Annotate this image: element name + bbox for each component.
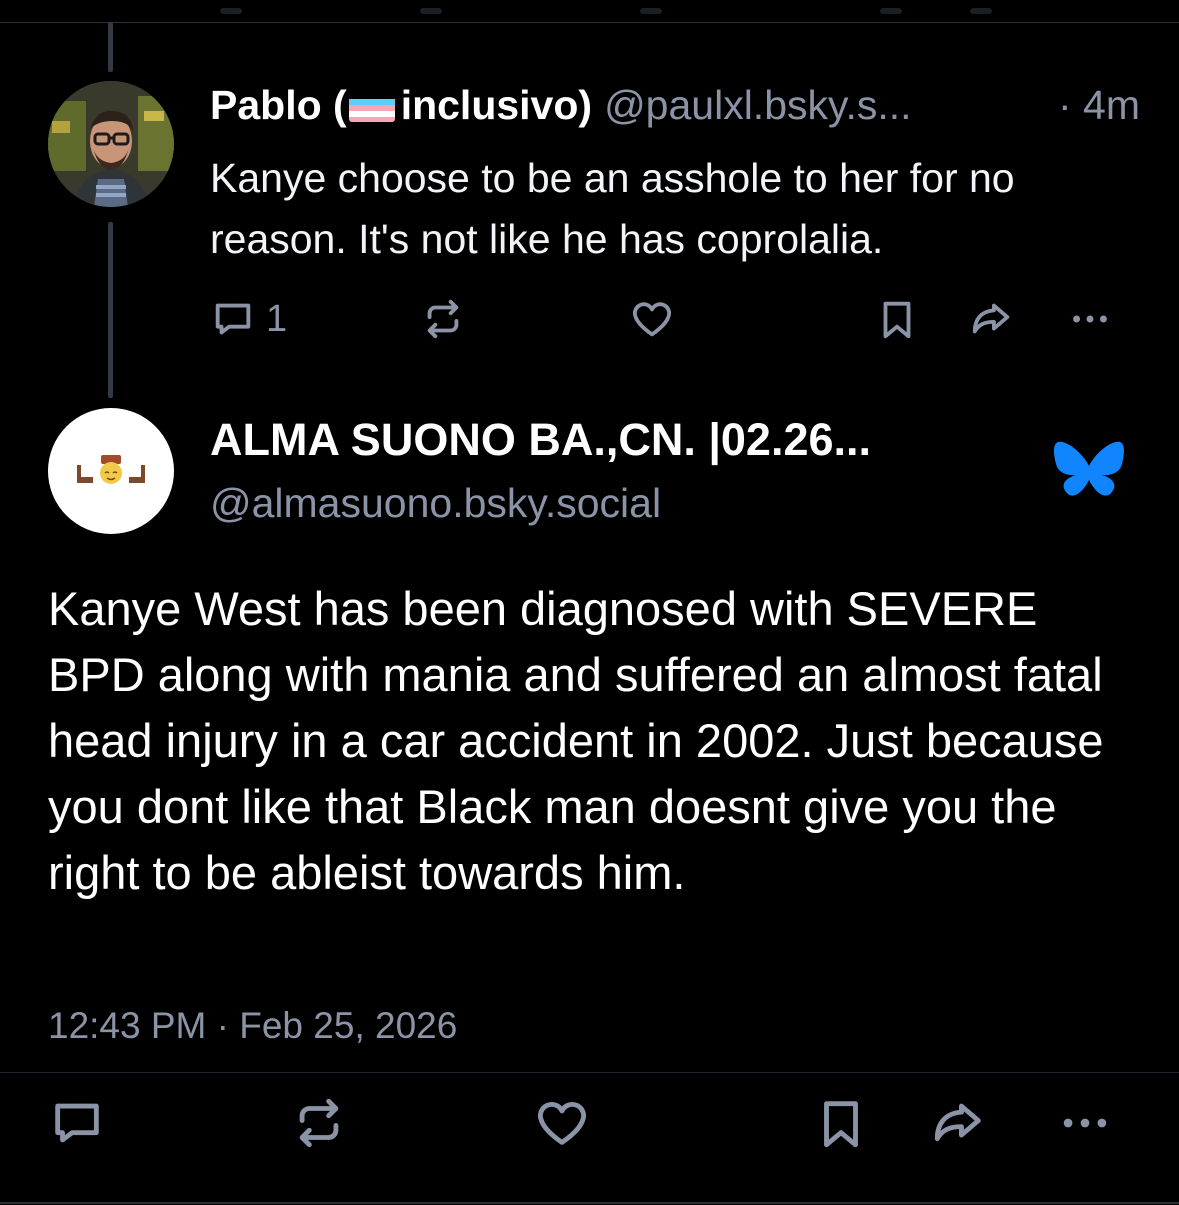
post-action-bar: [48, 1090, 1128, 1160]
reply-button[interactable]: [48, 1094, 106, 1152]
reply-author-name[interactable]: Pablo (inclusivo): [210, 82, 592, 129]
like-button[interactable]: [532, 1094, 592, 1152]
more-options-button[interactable]: [1066, 296, 1114, 342]
reply-author-handle[interactable]: @paulxl.bsky.s...: [604, 82, 911, 129]
reply-timestamp[interactable]: · 4m: [1058, 82, 1140, 129]
ellipsis-icon: [1073, 315, 1107, 323]
repost-icon: [299, 1098, 339, 1148]
avatar[interactable]: [48, 81, 174, 207]
bluesky-butterfly-icon: [1052, 438, 1126, 509]
previous-post-action-remnant: [640, 8, 662, 14]
praying-hands-emoji-icon: [77, 455, 145, 484]
post-author-name[interactable]: ALMA SUONO BA.,CN. |02.26...: [210, 414, 871, 466]
previous-post-action-remnant: [220, 8, 242, 14]
reply-header: Pablo (inclusivo) @paulxl.bsky.s... · 4m: [210, 82, 1140, 132]
previous-post-action-remnant: [880, 8, 902, 14]
previous-post-edge: [0, 0, 1179, 23]
previous-post-action-remnant: [420, 8, 442, 14]
bookmark-button[interactable]: [874, 296, 920, 342]
post-author-handle[interactable]: @almasuono.bsky.social: [210, 480, 661, 527]
heart-icon: [632, 302, 672, 337]
avatar[interactable]: [48, 408, 174, 534]
reply-count: 1: [266, 297, 288, 340]
like-button[interactable]: [628, 296, 676, 342]
divider: [0, 1202, 1179, 1204]
previous-post-action-remnant: [970, 8, 992, 14]
post-text: Kanye West has been diagnosed with SEVER…: [48, 582, 1104, 899]
share-arrow-icon: [972, 303, 1010, 334]
share-arrow-icon: [934, 1103, 981, 1142]
share-button[interactable]: [928, 1094, 990, 1152]
bookmark-icon: [824, 1101, 858, 1148]
transgender-flag-icon: [348, 92, 395, 122]
reply-button[interactable]: 1: [210, 296, 287, 342]
avatar-photo: [48, 81, 174, 207]
reply-action-bar: 1: [210, 290, 1120, 350]
more-options-button[interactable]: [1054, 1094, 1116, 1152]
share-button[interactable]: [968, 296, 1016, 342]
heart-icon: [537, 1102, 587, 1145]
bookmark-button[interactable]: [812, 1094, 870, 1152]
bookmark-icon: [883, 301, 911, 339]
thread-connector-line: [108, 222, 113, 398]
repost-icon: [427, 299, 459, 339]
speech-bubble-icon: [55, 1103, 99, 1143]
divider: [0, 1072, 1179, 1073]
thread-connector-line: [108, 22, 113, 72]
reply-text: Kanye choose to be an asshole to her for…: [210, 155, 1015, 262]
repost-button[interactable]: [420, 296, 466, 342]
speech-bubble-icon: [215, 303, 251, 335]
post-timestamp[interactable]: 12:43 PM · Feb 25, 2026: [48, 1005, 457, 1047]
ellipsis-icon: [1063, 1118, 1107, 1128]
repost-button[interactable]: [290, 1094, 348, 1152]
